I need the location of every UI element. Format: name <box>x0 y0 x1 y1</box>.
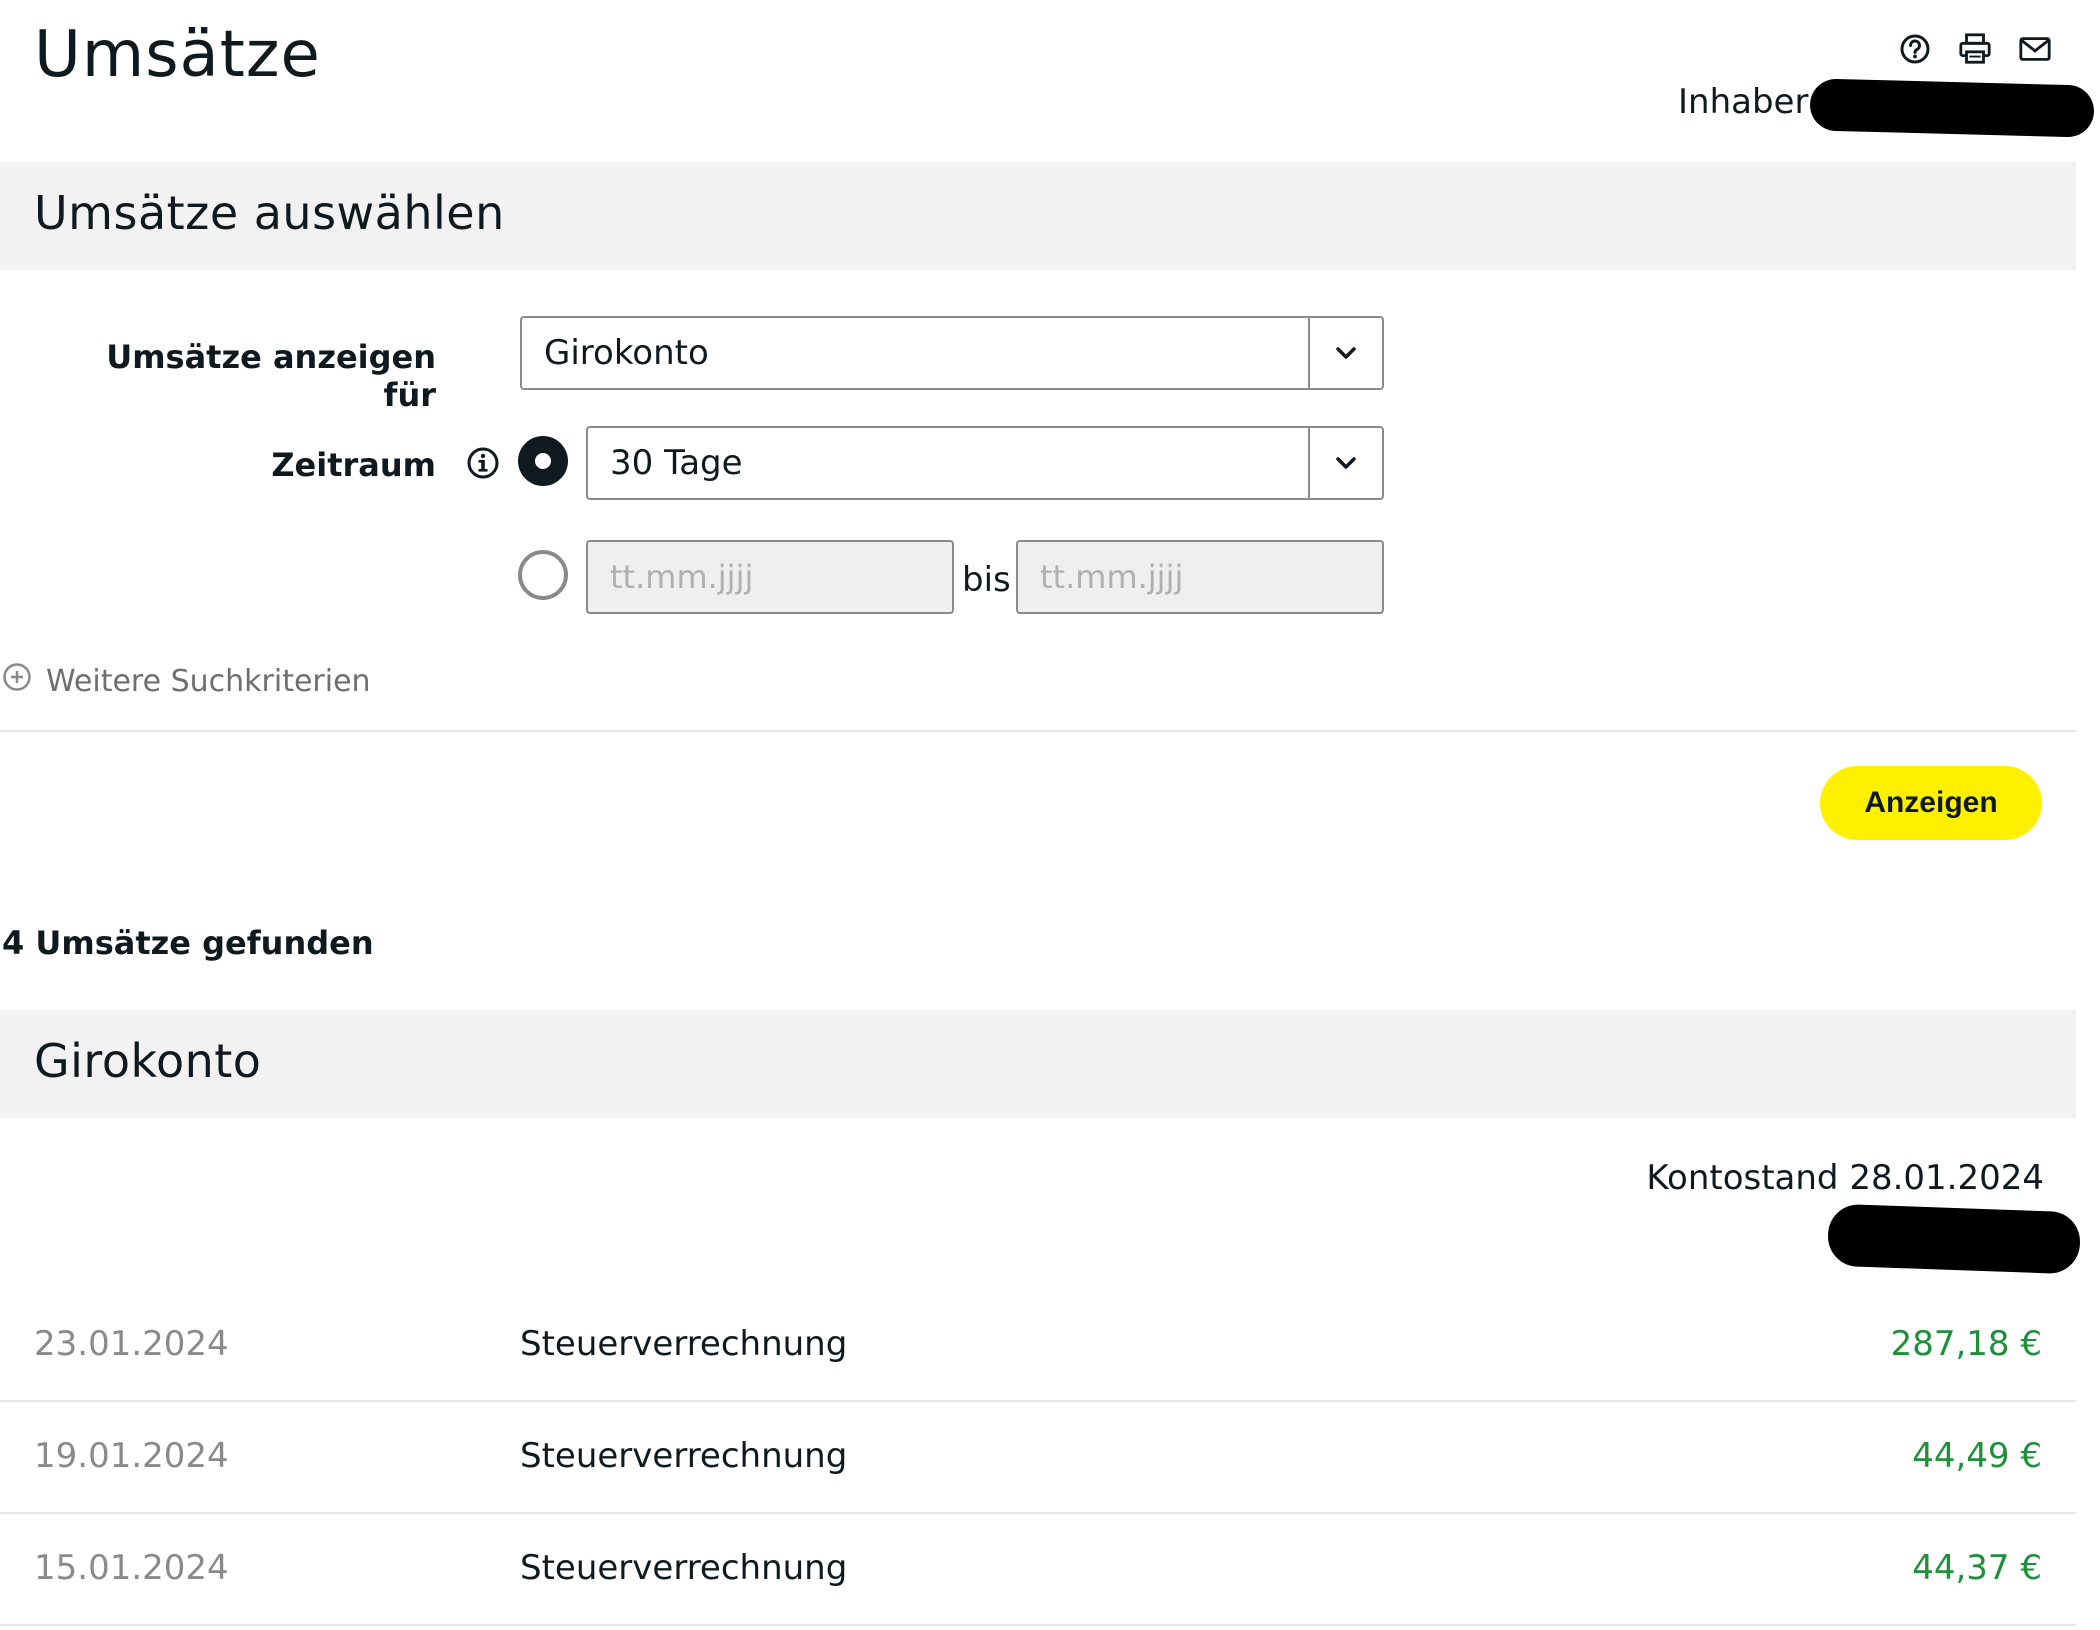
account-select-value: Girokonto <box>544 333 709 373</box>
account-select[interactable]: Girokonto <box>520 316 1384 390</box>
balance-label: Kontostand 28.01.2024 <box>1646 1158 2044 1198</box>
range-separator: bis <box>962 560 1011 600</box>
toolbar <box>1898 32 2052 66</box>
account-section-header: Girokonto <box>0 1010 2076 1118</box>
transaction-date: 19.01.2024 <box>34 1436 229 1476</box>
date-to-input[interactable] <box>1016 540 1384 614</box>
transaction-description: Steuerverrechnung <box>520 1436 848 1476</box>
table-row[interactable]: 23.01.2024 Steuerverrechnung 287,18 € <box>0 1290 2076 1402</box>
page-title: Umsätze <box>34 18 321 92</box>
page: Umsätze Inhaber: Umsätze auswählen Umsät… <box>0 0 2100 1630</box>
account-section-title: Girokonto <box>34 1034 262 1088</box>
transaction-date: 23.01.2024 <box>34 1324 229 1364</box>
table-row[interactable]: 19.01.2024 Steuerverrechnung 44,49 € <box>0 1402 2076 1514</box>
table-row[interactable]: 15.01.2024 Steuerverrechnung 44,37 € <box>0 1514 2076 1626</box>
owner-label: Inhaber: <box>1678 82 1820 122</box>
transaction-description: Steuerverrechnung <box>520 1324 848 1364</box>
transaction-amount: 44,37 € <box>1912 1548 2042 1588</box>
period-custom-radio[interactable] <box>518 550 568 600</box>
more-criteria-link[interactable]: Weitere Suchkriterien <box>2 662 371 700</box>
owner-name-redacted <box>1809 78 2095 138</box>
period-label: Zeitraum <box>271 446 436 484</box>
row-divider <box>0 1624 2076 1626</box>
period-select[interactable]: 30 Tage <box>586 426 1384 500</box>
balance-redacted <box>1826 1203 2082 1275</box>
print-icon[interactable] <box>1958 32 1992 66</box>
chevron-down-icon[interactable] <box>1308 318 1382 388</box>
show-button[interactable]: Anzeigen <box>1820 766 2042 840</box>
info-icon[interactable] <box>466 446 500 480</box>
period-select-value: 30 Tage <box>610 443 743 483</box>
mail-icon[interactable] <box>2018 32 2052 66</box>
divider <box>0 730 2076 732</box>
transaction-description: Steuerverrechnung <box>520 1548 848 1588</box>
help-icon[interactable] <box>1898 32 1932 66</box>
transaction-amount: 287,18 € <box>1890 1324 2042 1364</box>
selection-section-title: Umsätze auswählen <box>34 186 505 240</box>
account-label: Umsätze anzeigen für <box>106 338 436 414</box>
more-criteria-label: Weitere Suchkriterien <box>46 663 371 699</box>
selection-section-header: Umsätze auswählen <box>0 162 2076 270</box>
chevron-down-icon[interactable] <box>1308 428 1382 498</box>
date-from-input[interactable] <box>586 540 954 614</box>
plus-circle-icon <box>2 662 32 700</box>
transaction-date: 15.01.2024 <box>34 1548 229 1588</box>
transaction-amount: 44,49 € <box>1912 1436 2042 1476</box>
results-count: 4 Umsätze gefunden <box>2 924 374 962</box>
period-preset-radio[interactable] <box>518 436 568 486</box>
